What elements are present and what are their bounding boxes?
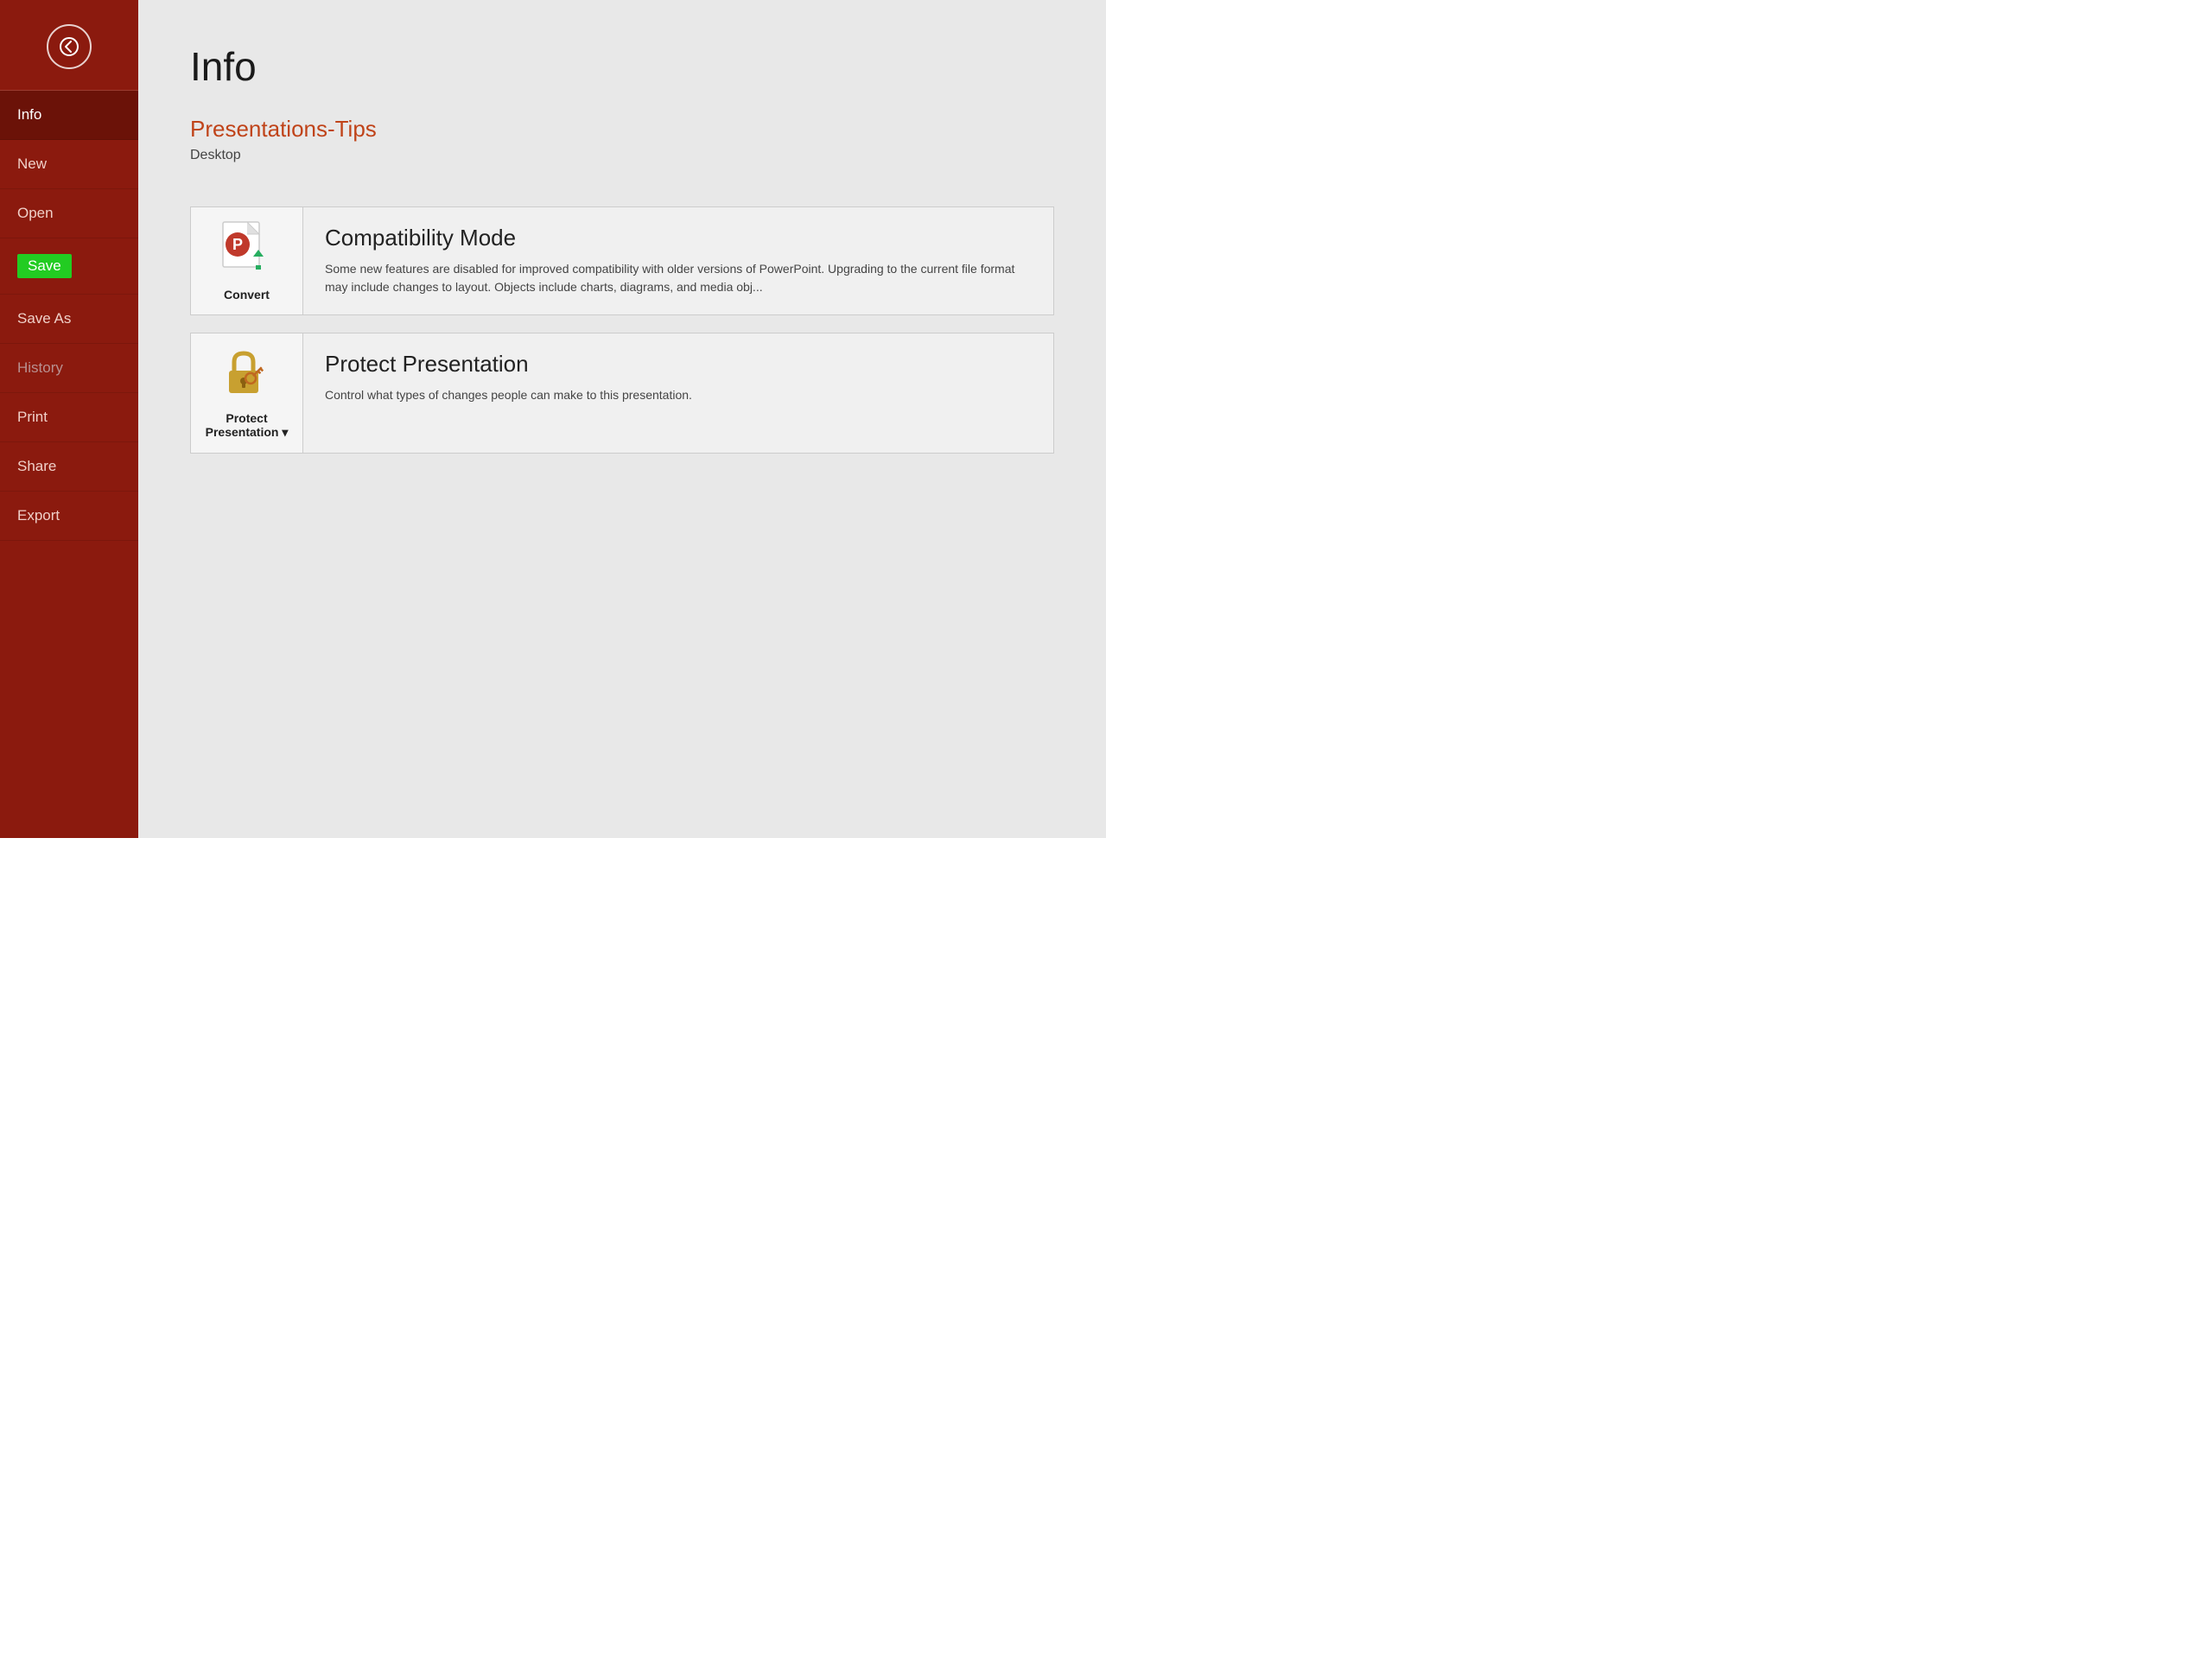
protect-desc: Control what types of changes people can… <box>325 386 1032 404</box>
save-highlight-box: Save <box>17 254 72 278</box>
protect-icon-area[interactable]: ProtectPresentation ▾ <box>191 333 303 453</box>
protect-text-area: Protect Presentation Control what types … <box>303 333 1053 422</box>
protect-card: ProtectPresentation ▾ Protect Presentati… <box>190 333 1054 454</box>
convert-text-area: Compatibility Mode Some new features are… <box>303 207 1053 314</box>
main-content: Info Presentations-Tips Desktop P Conver… <box>138 0 1106 838</box>
protect-label: ProtectPresentation ▾ <box>206 411 289 440</box>
file-title: Presentations-Tips <box>190 116 1054 143</box>
sidebar-item-open[interactable]: Open <box>0 189 138 238</box>
convert-desc: Some new features are disabled for impro… <box>325 260 1032 296</box>
sidebar-item-history[interactable]: History <box>0 344 138 393</box>
sidebar-item-share[interactable]: Share <box>0 442 138 492</box>
protect-heading: Protect Presentation <box>325 351 1032 378</box>
sidebar-item-print[interactable]: Print <box>0 393 138 442</box>
sidebar-item-info[interactable]: Info <box>0 91 138 140</box>
svg-text:P: P <box>232 236 243 253</box>
sidebar-item-export[interactable]: Export <box>0 492 138 541</box>
sidebar-item-new[interactable]: New <box>0 140 138 189</box>
convert-icon-area[interactable]: P Convert <box>191 207 303 314</box>
convert-label: Convert <box>224 288 270 302</box>
back-button-area <box>0 0 138 91</box>
sidebar: Info New Open Save Save As History Print… <box>0 0 138 838</box>
convert-card: P Convert Compatibility Mode Some new fe… <box>190 206 1054 315</box>
convert-heading: Compatibility Mode <box>325 225 1032 251</box>
page-title: Info <box>190 43 1054 90</box>
file-location: Desktop <box>190 148 1054 163</box>
protect-icon <box>222 346 272 403</box>
sidebar-item-save[interactable]: Save <box>0 238 138 295</box>
back-button[interactable] <box>47 24 92 69</box>
sidebar-item-saveas[interactable]: Save As <box>0 295 138 344</box>
convert-icon: P <box>219 220 275 279</box>
